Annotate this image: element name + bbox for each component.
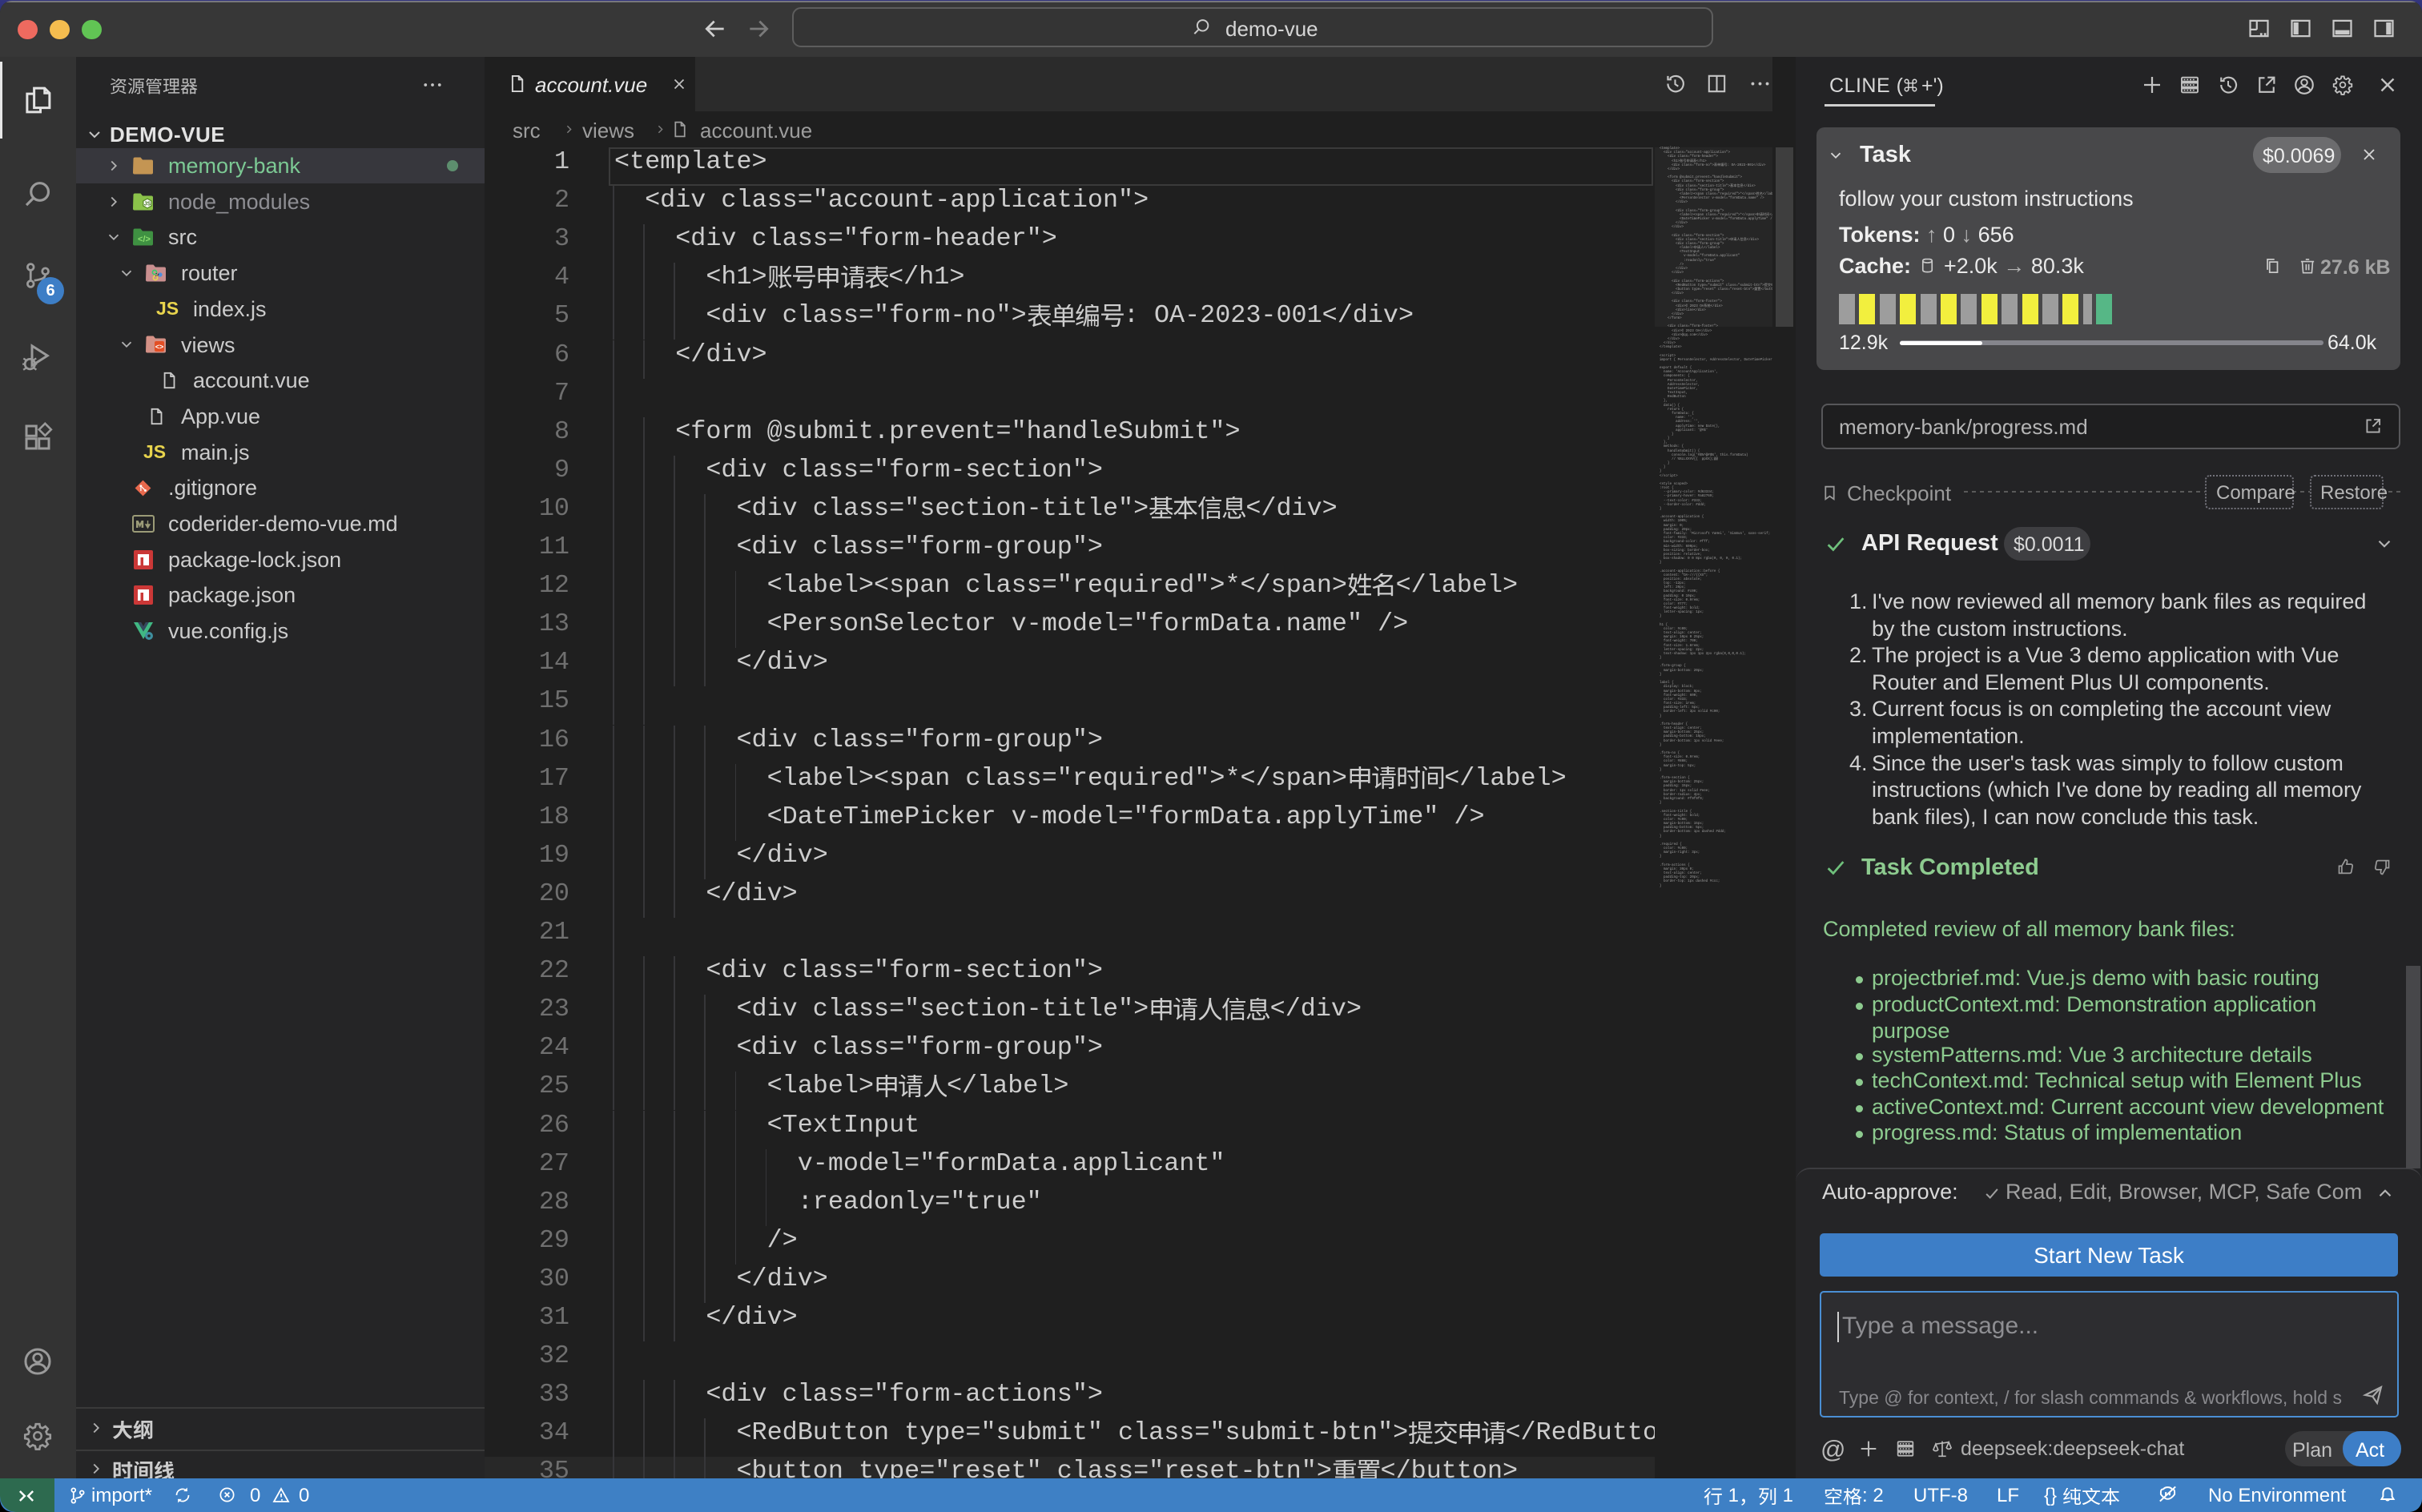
svg-text:</>: </> [138, 235, 151, 244]
svg-text:<>: <> [155, 343, 164, 351]
svg-text:JS: JS [144, 201, 151, 207]
